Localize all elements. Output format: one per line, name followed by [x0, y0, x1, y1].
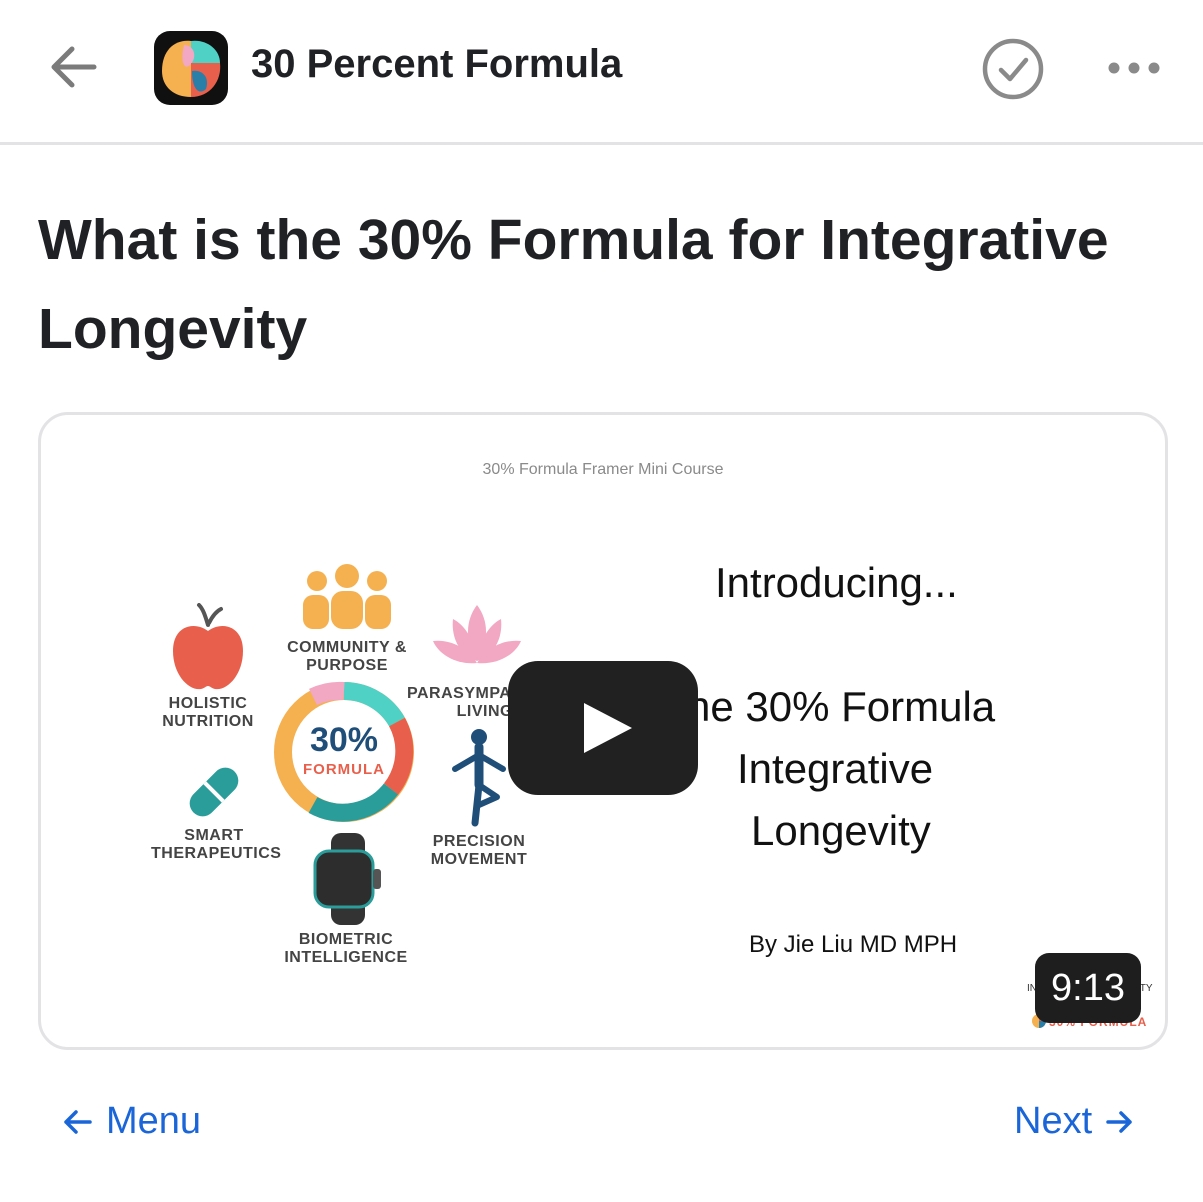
apple-icon	[173, 603, 243, 690]
intro-text: Introducing...	[715, 559, 958, 606]
top-app-bar: 30 Percent Formula	[0, 0, 1203, 145]
app-logo	[154, 31, 228, 105]
more-options-button[interactable]	[1106, 56, 1162, 80]
byline: By Jie Liu MD MPH	[749, 931, 958, 958]
wheel-percent: 30%	[309, 721, 379, 759]
mark-complete-button[interactable]	[980, 36, 1046, 102]
app-title: 30 Percent Formula	[251, 42, 623, 86]
back-button[interactable]	[44, 38, 102, 96]
yoga-figure-icon	[452, 729, 506, 827]
label-community-purpose: COMMUNITY & PURPOSE	[287, 639, 407, 674]
play-button[interactable]	[508, 661, 698, 795]
label-biometric-intelligence: BIOMETRIC INTELLIGENCE	[284, 931, 408, 966]
arrow-left-icon	[64, 1109, 92, 1134]
play-icon	[584, 703, 632, 753]
next-link-label: Next	[1014, 1100, 1093, 1142]
label-parasympathetic-living: PARASYMPATH LIVING	[407, 685, 533, 720]
label-precision-movement: PRECISION MOVEMENT	[430, 833, 528, 868]
slide-caption: 30% Formula Framer Mini Course	[482, 461, 724, 478]
intro-line-3: Longevity	[751, 807, 931, 854]
next-link[interactable]: Next	[1014, 1100, 1134, 1143]
checkmark-circle-icon	[982, 38, 1044, 100]
smartwatch-icon	[313, 833, 381, 925]
wheel-formula: FORMULA	[303, 761, 385, 778]
label-holistic-nutrition: HOLISTIC NUTRITION	[162, 695, 254, 730]
menu-link-label: Menu	[106, 1100, 202, 1142]
pill-icon	[189, 767, 239, 817]
people-icon	[303, 564, 391, 629]
video-duration-badge: 9:13	[1035, 953, 1141, 1023]
menu-link[interactable]: Menu	[60, 1100, 201, 1143]
page-title: What is the 30% Formula for Integrative …	[38, 208, 1109, 361]
video-player[interactable]: 30% Formula Framer Mini Course COMMUNITY…	[38, 412, 1168, 1050]
arrow-right-icon	[1106, 1110, 1132, 1133]
more-dots-icon	[1108, 62, 1160, 74]
label-smart-therapeutics: SMART THERAPEUTICS	[151, 827, 282, 862]
back-arrow-icon	[51, 46, 97, 88]
intro-line-1: he 30% Formula	[687, 683, 996, 730]
intro-line-2: Integrative	[737, 745, 934, 792]
